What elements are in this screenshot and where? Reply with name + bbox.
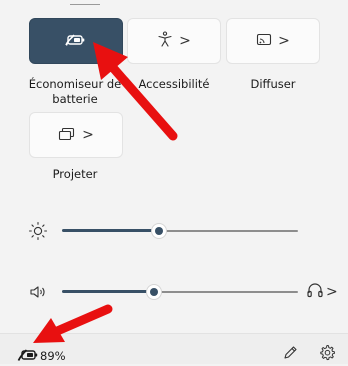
battery-percent: 89% — [40, 349, 66, 363]
audio-output-button[interactable]: > — [306, 281, 338, 303]
volume-track-fill — [62, 290, 155, 293]
cast-icon — [256, 32, 272, 51]
cast-tile[interactable]: > — [226, 18, 320, 64]
accessibility-label: Accessibilité — [138, 77, 210, 91]
brightness-slider-thumb[interactable] — [150, 223, 167, 239]
project-label: Projeter — [52, 167, 98, 181]
footer-bar: 89% — [0, 333, 348, 364]
top-divider — [70, 0, 100, 5]
brightness-track[interactable] — [158, 230, 298, 232]
headphones-icon — [306, 281, 324, 303]
audio-output-chevron-icon: > — [326, 284, 338, 300]
project-chevron-icon: > — [82, 127, 94, 143]
footer-battery-button[interactable]: 89% — [17, 346, 87, 364]
battery-saver-label-line2: batterie — [52, 92, 98, 106]
brightness-icon — [28, 221, 48, 241]
volume-slider-thumb[interactable] — [146, 284, 163, 300]
battery-saver-icon — [65, 32, 87, 51]
volume-icon — [28, 282, 48, 302]
accessibility-icon — [157, 31, 173, 51]
volume-slider-row: > — [0, 280, 348, 304]
brightness-slider-row — [0, 219, 348, 243]
battery-saver-label-line1: Économiseur de — [28, 77, 122, 91]
quick-settings-panel: Économiseur de batterie > Accessibilité … — [0, 0, 348, 364]
battery-saver-tile[interactable] — [29, 18, 123, 64]
cast-label: Diffuser — [250, 77, 296, 91]
battery-saver-label: Économiseur de batterie — [20, 77, 130, 107]
battery-saver-icon — [17, 347, 39, 366]
brightness-track-fill — [62, 229, 159, 232]
cast-chevron-icon: > — [278, 33, 290, 49]
project-icon — [58, 126, 76, 145]
project-tile[interactable]: > — [29, 112, 123, 158]
accessibility-tile[interactable]: > — [127, 18, 221, 64]
pencil-icon[interactable] — [282, 345, 298, 365]
accessibility-chevron-icon: > — [179, 33, 191, 49]
volume-track[interactable] — [154, 291, 298, 293]
